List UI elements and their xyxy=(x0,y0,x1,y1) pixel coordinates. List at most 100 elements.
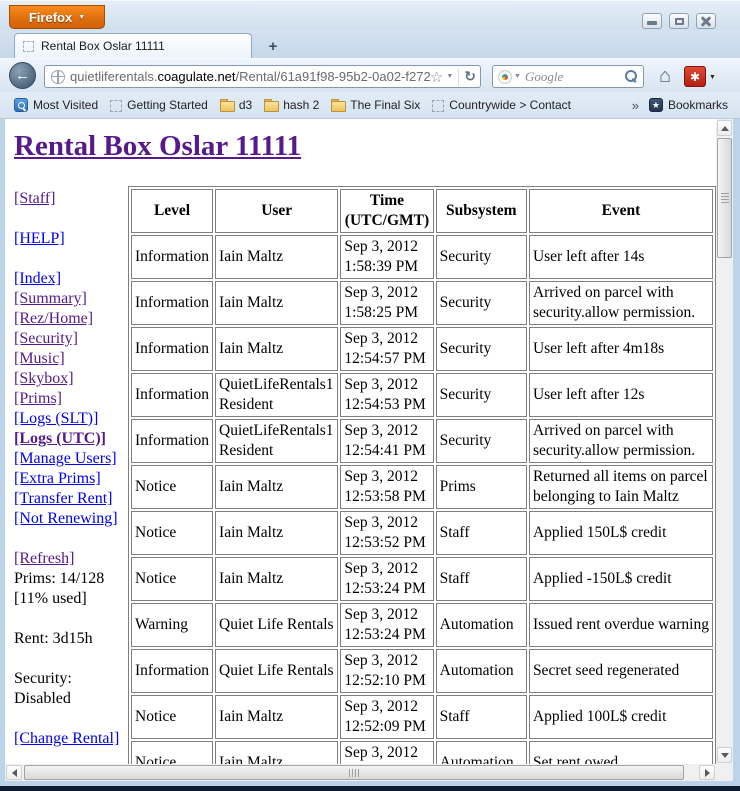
bookmark-label: Most Visited xyxy=(33,98,98,112)
sidebar-group: [Staff] xyxy=(14,189,119,209)
log-column-header: Subsystem xyxy=(436,189,527,233)
bookmark-item[interactable]: d3 xyxy=(214,95,258,115)
vertical-scrollbar[interactable] xyxy=(716,119,733,764)
log-table: LevelUserTime (UTC/GMT)SubsystemEvent In… xyxy=(128,186,716,764)
sidebar-text: Rent: 3d15h xyxy=(14,629,119,649)
firefox-menu-button[interactable]: Firefox ▼ xyxy=(9,5,105,29)
sidebar-link[interactable]: [Transfer Rent] xyxy=(14,489,119,509)
page-title-link[interactable]: Rental Box Oslar 11111 xyxy=(14,130,716,163)
sidebar-link[interactable]: [Security] xyxy=(14,329,119,349)
cell-level: Information xyxy=(131,419,213,463)
cell-event: User left after 4m18s xyxy=(529,327,713,371)
sidebar-link[interactable]: [Rez/Home] xyxy=(14,309,119,329)
sidebar-link[interactable]: [Skybox] xyxy=(14,369,119,389)
sidebar-link[interactable]: [HELP] xyxy=(14,229,119,249)
sidebar-link[interactable]: [Logs (UTC)] xyxy=(14,429,119,449)
restore-button[interactable] xyxy=(669,13,689,29)
table-row: InformationQuietLifeRentals1 ResidentSep… xyxy=(131,373,713,417)
table-row: InformationQuiet Life RentalsSep 3, 2012… xyxy=(131,649,713,693)
bookmark-label: Countrywide > Contact xyxy=(449,98,571,112)
back-button[interactable]: ← xyxy=(9,62,36,89)
vertical-scrollbar-thumb[interactable] xyxy=(717,138,732,258)
sidebar-group: [HELP] xyxy=(14,229,119,249)
cell-user: Iain Maltz xyxy=(215,557,338,601)
cell-user: Iain Maltz xyxy=(215,511,338,555)
home-button[interactable]: ⌂ xyxy=(652,63,678,89)
tab-strip: Rental Box Oslar 11111 + xyxy=(0,30,740,58)
site-identity-globe-icon[interactable] xyxy=(51,70,65,84)
minimize-button[interactable] xyxy=(642,13,662,29)
sidebar-link[interactable]: [Music] xyxy=(14,349,119,369)
cell-event: Applied 150L$ credit xyxy=(529,511,713,555)
folder-icon xyxy=(220,99,234,113)
scroll-left-button[interactable] xyxy=(6,765,22,780)
sidebar-link[interactable]: [Extra Prims] xyxy=(14,469,119,489)
sidebar-link[interactable]: [Staff] xyxy=(14,189,119,209)
sidebar-link[interactable]: [Change Rental] xyxy=(14,729,119,749)
folder-icon xyxy=(331,99,345,113)
bookmark-star-icon[interactable]: ☆ xyxy=(430,68,443,86)
new-tab-button[interactable]: + xyxy=(260,36,286,56)
bookmark-item[interactable]: Getting Started xyxy=(104,96,214,114)
table-row: NoticeIain MaltzSep 3, 2012 12:51:48 PMA… xyxy=(131,741,713,764)
bookmark-item[interactable]: hash 2 xyxy=(258,95,325,115)
bookmark-item[interactable]: Most Visited xyxy=(8,96,104,114)
bookmark-item[interactable]: The Final Six xyxy=(325,95,426,115)
close-button[interactable] xyxy=(696,13,716,29)
cell-user: Quiet Life Rentals xyxy=(215,603,338,647)
cell-event: User left after 14s xyxy=(529,235,713,279)
horizontal-scrollbar-thumb[interactable] xyxy=(24,765,684,780)
cell-time: Sep 3, 2012 12:53:24 PM xyxy=(340,557,433,601)
cell-level: Information xyxy=(131,327,213,371)
log-column-header: Event xyxy=(529,189,713,233)
sidebar-link[interactable]: [Refresh] xyxy=(14,549,119,569)
cell-time: Sep 3, 2012 12:52:09 PM xyxy=(340,695,433,739)
cell-user: QuietLifeRentals1 Resident xyxy=(215,419,338,463)
window-frame-edge xyxy=(0,786,740,791)
url-bar[interactable]: quietliferentals.coagulate.net/Rental/61… xyxy=(44,65,481,88)
sidebar-group: [Refresh]Prims: 14/128[11% used] xyxy=(14,549,119,609)
cell-subsystem: Security xyxy=(436,281,527,325)
sidebar-link[interactable]: [Index] xyxy=(14,269,119,289)
url-input[interactable]: quietliferentals.coagulate.net/Rental/61… xyxy=(70,69,430,84)
scroll-up-button[interactable] xyxy=(717,120,732,136)
bookmark-item[interactable]: Countrywide > Contact xyxy=(426,96,577,114)
most-visited-icon xyxy=(14,98,28,112)
log-table-wrap: LevelUserTime (UTC/GMT)SubsystemEvent In… xyxy=(128,186,716,764)
tab-rental-box[interactable]: Rental Box Oslar 11111 xyxy=(14,33,252,58)
google-engine-icon[interactable] xyxy=(498,70,512,84)
toolbar-overflow-icon[interactable]: » xyxy=(626,98,645,113)
cell-event: Applied 100L$ credit xyxy=(529,695,713,739)
minimize-icon xyxy=(647,21,657,25)
cell-event: Applied -150L$ credit xyxy=(529,557,713,601)
lastpass-dropdown-icon[interactable]: ▼ xyxy=(709,74,716,81)
scroll-down-button[interactable] xyxy=(717,747,732,763)
lastpass-addon-button[interactable]: ✱ xyxy=(684,66,706,87)
placeholder-icon xyxy=(110,100,122,112)
cell-event: Secret seed regenerated xyxy=(529,649,713,693)
sidebar-link[interactable]: [Summary] xyxy=(14,289,119,309)
sidebar-link[interactable]: [Manage Users] xyxy=(14,449,119,469)
cell-user: Iain Maltz xyxy=(215,465,338,509)
url-dropdown-icon[interactable]: ▼ xyxy=(446,73,453,80)
window-controls xyxy=(642,13,716,29)
search-input[interactable]: Google xyxy=(525,69,625,85)
search-engine-dropdown-icon[interactable]: ▼ xyxy=(514,73,521,80)
cell-level: Notice xyxy=(131,557,213,601)
reload-icon[interactable]: ↻ xyxy=(464,68,476,85)
tab-title: Rental Box Oslar 11111 xyxy=(41,39,165,53)
sidebar-text: Disabled xyxy=(14,689,119,709)
sidebar-link[interactable]: [Prims] xyxy=(14,389,119,409)
folder-icon xyxy=(264,99,278,113)
search-icon[interactable] xyxy=(625,70,638,83)
cell-time: Sep 3, 2012 12:54:57 PM xyxy=(340,327,433,371)
sidebar-link[interactable]: [Logs (SLT)] xyxy=(14,409,119,429)
cell-user: Quiet Life Rentals xyxy=(215,649,338,693)
arrow-left-icon xyxy=(12,769,17,777)
scroll-right-button[interactable] xyxy=(699,765,715,780)
sidebar-link[interactable]: [Not Renewing] xyxy=(14,509,119,529)
horizontal-scrollbar[interactable] xyxy=(5,764,716,781)
bookmarks-menu-button[interactable]: ★ Bookmarks xyxy=(645,96,732,114)
sidebar-text: [11% used] xyxy=(14,589,119,609)
search-bar[interactable]: ▼ Google xyxy=(492,65,644,88)
